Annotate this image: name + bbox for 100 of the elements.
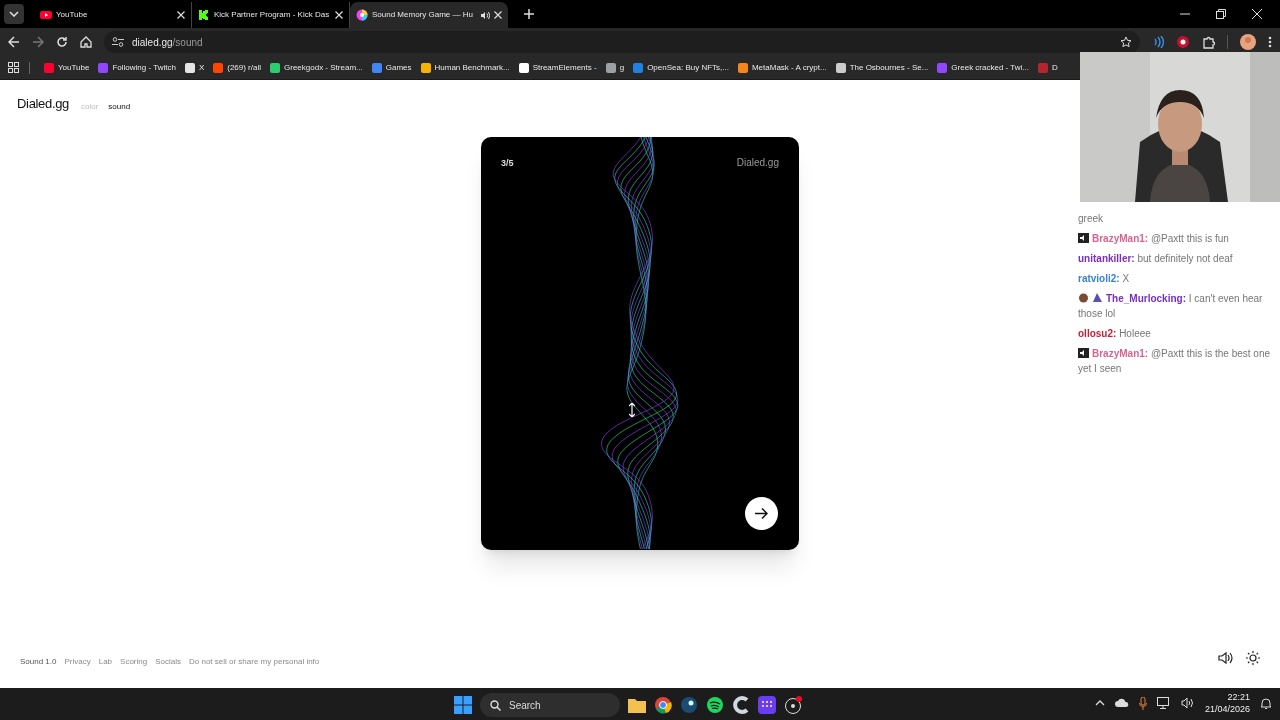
chat-message: The_Murlocking: I can't even hear those lol [1078,292,1264,321]
chevron-icon [9,11,19,17]
back-icon[interactable] [8,36,20,48]
search-icon [490,699,501,711]
bookmark-item[interactable]: OpenSea: Buy NFTs,... [629,57,733,78]
extensions-icon[interactable] [1202,35,1215,49]
start-icon[interactable] [454,696,472,714]
bookmark-item[interactable]: Greek cracked - Twi... [933,57,1033,78]
volume-icon[interactable] [1218,651,1234,665]
url-text: dialed.gg/sound [132,35,204,50]
spotify-icon[interactable] [706,696,724,714]
close-tab-icon[interactable] [494,11,502,19]
network-icon[interactable] [1156,697,1171,709]
speaker-badge-icon [1078,233,1089,243]
bookmark-item[interactable]: Human Benchmark... [416,57,514,78]
bookmark-item[interactable]: (269) r/all [209,57,265,78]
bookmark-star-icon[interactable] [1120,36,1132,48]
c-logo-icon[interactable] [732,696,750,714]
new-tab-icon[interactable] [524,9,534,19]
hat-badge-icon [1092,293,1103,303]
chat-message: BrazyMan1: @Paxtt this is the best one yet I seen [1078,347,1272,376]
notification-bell-icon[interactable] [1260,696,1272,710]
address-bar[interactable]: dialed.gg/sound [104,31,1140,53]
signal-waves-icon[interactable] [1152,36,1164,48]
folder-icon[interactable] [628,697,646,713]
bookmark-item[interactable]: StreamElements - [514,57,601,78]
bookmark-label: OpenSea: Buy NFTs,... [647,61,729,74]
bookmark-item[interactable]: X [180,57,209,78]
version-label: Sound 1.0 [20,656,57,668]
chevron-up-icon[interactable] [1094,700,1105,706]
chat-message: greek [1078,212,1104,226]
bookmark-label: Greekgodx - Stream... [284,61,363,74]
bookmark-label: The Osbournes - Se... [849,61,929,74]
bookmark-label: MetaMask - A crypt... [751,61,827,74]
browser-icon[interactable] [654,696,672,714]
bookmark-item[interactable]: Greekgodx - Stream... [266,57,367,78]
bookmark-label: Greek cracked - Twi... [951,61,1029,74]
bookmark-label: Following - Twitch [112,61,176,74]
apps-grid-icon[interactable] [8,62,19,73]
reload-icon[interactable] [56,36,68,48]
browser-tab[interactable]: Sound Memory Game — Hu [350,2,508,28]
resize-cursor-icon [629,403,635,417]
close-tab-icon[interactable] [177,11,185,19]
footer-link[interactable]: Do not sell or share my personal info [189,656,320,668]
theme-sun-icon[interactable] [1246,651,1260,665]
chat-message: BrazyMan1: @Paxtt this is fun [1078,231,1278,246]
restore-icon[interactable] [1216,9,1226,19]
tab-title: Kick Partner Program - Kick Das [214,9,331,21]
home-icon[interactable] [80,36,92,48]
menu-icon[interactable] [1268,36,1272,48]
profile-avatar-icon[interactable] [1240,34,1256,50]
next-button[interactable] [745,497,778,530]
bookmark-item[interactable]: Games [367,57,416,78]
obs-icon[interactable] [784,696,804,714]
bookmark-item[interactable]: D [1034,57,1062,78]
record-icon[interactable] [1176,35,1190,49]
footer-link[interactable]: Privacy [64,656,91,668]
cloud-icon[interactable] [1114,698,1129,708]
bookmark-label: X [198,61,205,74]
tab-title: YouTube [56,9,89,21]
bookmark-label: Human Benchmark... [434,61,510,74]
bookmark-label: (269) r/all [227,61,261,74]
site-settings-icon[interactable] [112,37,124,47]
grid-app-icon[interactable] [758,696,776,714]
site-logo[interactable]: Dialed.gg [17,94,69,114]
speaker-badge-icon [1078,348,1089,358]
bookmark-item[interactable]: Following - Twitch [94,57,180,78]
clock-time[interactable]: 22:21 [1227,691,1250,703]
taskbar-search[interactable]: Search [480,693,620,717]
bookmark-item[interactable]: MetaMask - A crypt... [733,57,831,78]
speaker-icon[interactable] [1180,697,1195,709]
bookmark-item[interactable]: The Osbournes - Se... [831,57,933,78]
bookmark-label: StreamElements - [532,61,597,74]
bookmark-label: Games [385,61,412,74]
footer-link[interactable]: Lab [98,656,113,668]
forward-icon[interactable] [32,36,44,48]
bookmark-item[interactable]: g [601,57,629,78]
microphone-icon[interactable] [1138,696,1147,710]
chat-message: ratvioli2: X [1078,272,1131,286]
k-logo-icon [198,9,210,21]
close-tab-icon[interactable] [335,11,343,19]
clock-date[interactable]: 21/04/2026 [1204,703,1250,715]
tab-list-button[interactable] [4,4,24,24]
footer-link[interactable]: Scoring [120,656,148,668]
bookmark-label: YouTube [58,61,90,74]
audio-playing-icon[interactable] [480,10,490,20]
bookmark-item[interactable]: YouTube [40,57,94,78]
close-icon[interactable] [1252,9,1262,19]
color-wheel-icon [356,9,368,21]
chat-message: ollosu2: Holeee [1078,327,1152,341]
round-badge-icon [1078,293,1089,303]
bookmark-label: g [619,61,625,74]
bookmark-label: D [1052,61,1058,74]
chat-message: unitankiller: but definitely not deaf [1078,252,1234,266]
tab-title: Sound Memory Game — Hu [372,9,474,21]
footer-link[interactable]: Socials [155,656,181,668]
nav-link[interactable]: sound [108,100,131,113]
arrow-right-icon [755,508,768,519]
play-logo-icon [40,9,52,21]
steam-icon[interactable] [680,696,698,714]
